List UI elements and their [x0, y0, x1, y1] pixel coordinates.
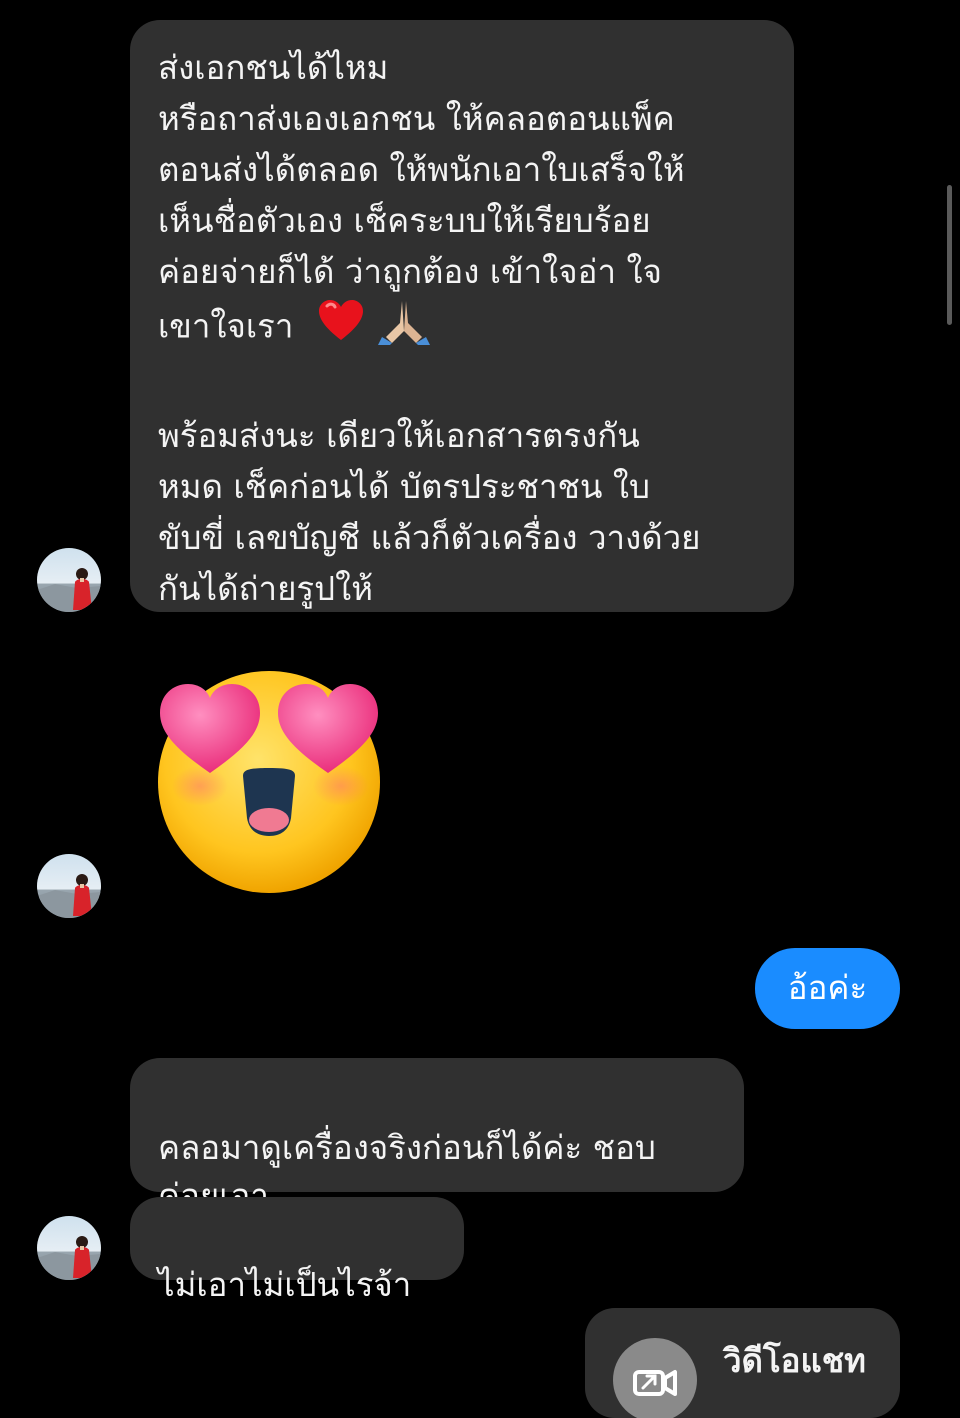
message-line: กันได้ถ่ายรูปให้	[158, 569, 373, 608]
message-line: เขาใจเรา	[158, 297, 774, 359]
heart-eyes-face-icon[interactable]	[155, 668, 383, 894]
sender-avatar[interactable]	[37, 548, 101, 612]
message-line: พร้อมส่งนะ เดียวให้เอกสารตรงกัน	[158, 416, 640, 455]
incoming-message-bubble[interactable]: คลอมาดูเครื่องจริงก่อนก็ได้ค่ะ ชอบ ค่อยเ…	[130, 1058, 744, 1215]
heart-emoji-icon	[318, 300, 364, 356]
video-chat-label: วิดีโอแชท	[723, 1341, 866, 1380]
incoming-message-bubble[interactable]: ไม่เอาไม่เป็นไรจ้า	[130, 1197, 464, 1304]
incoming-message-bubble[interactable]: ส่งเอกชนได้ไหม หรือถาส่งเองเอกชน ให้คลอต…	[130, 20, 794, 612]
sender-avatar[interactable]	[37, 1216, 101, 1280]
video-chat-card[interactable]: วิดีโอแชท	[585, 1308, 900, 1418]
message-line: ส่งเอกชนได้ไหม	[158, 48, 389, 87]
scrollbar[interactable]	[947, 185, 952, 325]
message-text: ไม่เอาไม่เป็นไรจ้า	[158, 1265, 412, 1304]
message-line: หมด เช็คก่อนได้ บัตรประชาชน ใบ	[158, 467, 650, 506]
pray-emoji-icon	[378, 297, 431, 359]
message-line: ขับขี่ เลขบัญชี แล้วก็ตัวเครื่อง วางด้วย	[158, 518, 701, 557]
outgoing-message-bubble[interactable]: อ้อค่ะ	[755, 948, 900, 1029]
message-line: เห็นชื่อตัวเอง เช็คระบบให้เรียบร้อย	[158, 201, 651, 240]
sender-avatar[interactable]	[37, 854, 101, 918]
message-line: ค่อยจ่ายก็ได้ ว่าถูกต้อง เข้าใจอ่า ใจ	[158, 252, 662, 291]
message-line-text: เขาใจเรา	[158, 306, 294, 346]
message-text: อ้อค่ะ	[787, 968, 868, 1007]
message-line: หรือถาส่งเองเอกชน ให้คลอตอนแพ็ค	[158, 99, 675, 138]
video-camera-icon	[613, 1338, 697, 1418]
message-line: ตอนส่งได้ตลอด ให้พนักเอาใบเสร็จให้	[158, 150, 685, 189]
